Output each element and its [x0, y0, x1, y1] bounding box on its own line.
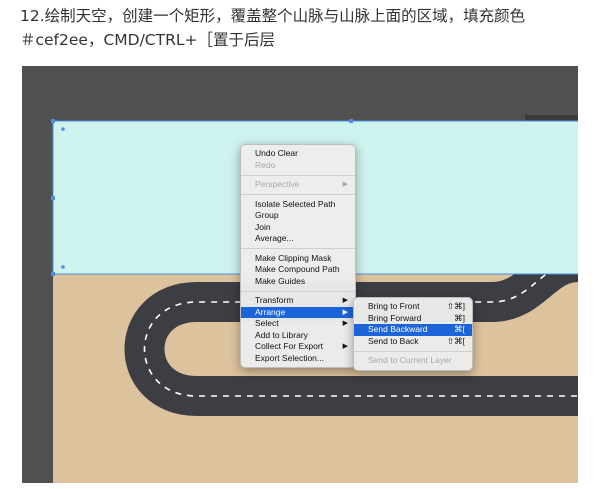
shortcut-label: ⌘[ [454, 324, 465, 334]
menu-item-collect-for-export[interactable]: Collect For Export ▶ [241, 341, 355, 353]
menu-item-label: Send Backward [368, 324, 428, 334]
context-menu: Undo Clear Redo Perspective ▶ Isolate Sel… [240, 144, 356, 368]
menu-item-label: Bring to Front [368, 301, 420, 311]
menu-item-label: Export Selection... [255, 352, 324, 363]
menu-item-arrange[interactable]: Arrange ▶ [241, 306, 355, 318]
menu-item-label: Select [255, 318, 279, 328]
menu-item-add-to-library[interactable]: Add to Library [241, 330, 355, 342]
menu-item-label: Average... [255, 233, 294, 243]
submenu-arrow-icon: ▶ [342, 308, 348, 316]
menu-item-label: Send to Current Layer [368, 355, 452, 365]
menu-separator [354, 350, 472, 352]
menu-item-send-to-back[interactable]: Send to Back ⇧⌘[ [354, 336, 472, 348]
menu-item-group[interactable]: Group [241, 210, 355, 222]
menu-item-label: Perspective [255, 179, 300, 189]
menu-item-label: Bring Forward [368, 312, 422, 323]
menu-item-label: Collect For Export [255, 341, 324, 351]
shortcut-label: ⌘] [454, 312, 465, 323]
shortcut-label: ⇧⌘[ [447, 335, 465, 346]
menu-item-undo-clear[interactable]: Undo Clear [241, 148, 355, 160]
menu-item-label: Add to Library [255, 329, 308, 340]
menu-item-label: Transform [255, 295, 294, 305]
anchor-point-bottom-left[interactable] [61, 265, 65, 269]
menu-item-label: Group [255, 210, 279, 220]
menu-item-join[interactable]: Join [241, 222, 355, 234]
menu-item-send-backward[interactable]: Send Backward ⌘[ [354, 324, 472, 336]
menu-item-label: Undo Clear [255, 148, 298, 158]
menu-item-average[interactable]: Average... [241, 233, 355, 245]
illustrator-canvas[interactable]: Undo Clear Redo Perspective ▶ Isolate Sel… [22, 66, 578, 483]
selection-handle-top-mid[interactable] [349, 119, 353, 123]
menu-separator [241, 194, 355, 195]
menu-item-redo[interactable]: Redo [241, 160, 355, 172]
menu-separator [241, 248, 355, 249]
menu-item-make-compound-path[interactable]: Make Compound Path [241, 264, 355, 276]
menu-item-perspective[interactable]: Perspective ▶ [241, 179, 355, 191]
selection-handle-mid-left[interactable] [51, 196, 55, 200]
menu-item-send-to-current-layer[interactable]: Send to Current Layer [354, 355, 472, 367]
menu-item-transform[interactable]: Transform ▶ [241, 295, 355, 307]
menu-item-bring-forward[interactable]: Bring Forward ⌘] [354, 313, 472, 325]
caption-line-1: 12.绘制天空，创建一个矩形，覆盖整个山脉与山脉上面的区域，填充颜色 [20, 7, 526, 25]
menu-item-bring-to-front[interactable]: Bring to Front ⇧⌘] [354, 301, 472, 313]
menu-item-isolate-selected-path[interactable]: Isolate Selected Path [241, 199, 355, 211]
submenu-arrow-icon: ▶ [342, 320, 348, 327]
selection-handle-bottom-left[interactable] [51, 272, 55, 276]
instruction-caption: 12.绘制天空，创建一个矩形，覆盖整个山脉与山脉上面的区域，填充颜色 ＃cef2… [20, 4, 590, 52]
menu-item-label: Make Guides [255, 275, 306, 286]
anchor-point-top-left[interactable] [61, 127, 65, 131]
menu-separator [241, 174, 355, 176]
shortcut-label: ⇧⌘] [447, 301, 465, 311]
menu-item-make-clipping-mask[interactable]: Make Clipping Mask [241, 253, 355, 265]
submenu-arrow-icon: ▶ [342, 181, 348, 188]
menu-item-label: Send to Back [368, 335, 419, 346]
menu-item-label: Redo [255, 159, 276, 170]
arrange-submenu: Bring to Front ⇧⌘] Bring Forward ⌘] Send B… [353, 297, 473, 371]
menu-item-label: Join [255, 221, 271, 232]
menu-item-label: Arrange [255, 306, 286, 317]
menu-item-label: Make Compound Path [255, 264, 340, 274]
submenu-arrow-icon: ▶ [342, 343, 348, 350]
caption-line-2: ＃cef2ee，CMD/CTRL+［置于后层 [20, 31, 275, 49]
menu-item-label: Make Clipping Mask [255, 252, 332, 263]
menu-item-label: Isolate Selected Path [255, 198, 336, 209]
submenu-arrow-icon: ▶ [342, 297, 348, 304]
menu-separator [241, 290, 355, 292]
menu-item-select[interactable]: Select ▶ [241, 318, 355, 330]
menu-item-export-selection[interactable]: Export Selection... [241, 353, 355, 365]
selection-handle-top-left[interactable] [51, 119, 55, 123]
menu-item-make-guides[interactable]: Make Guides [241, 276, 355, 288]
